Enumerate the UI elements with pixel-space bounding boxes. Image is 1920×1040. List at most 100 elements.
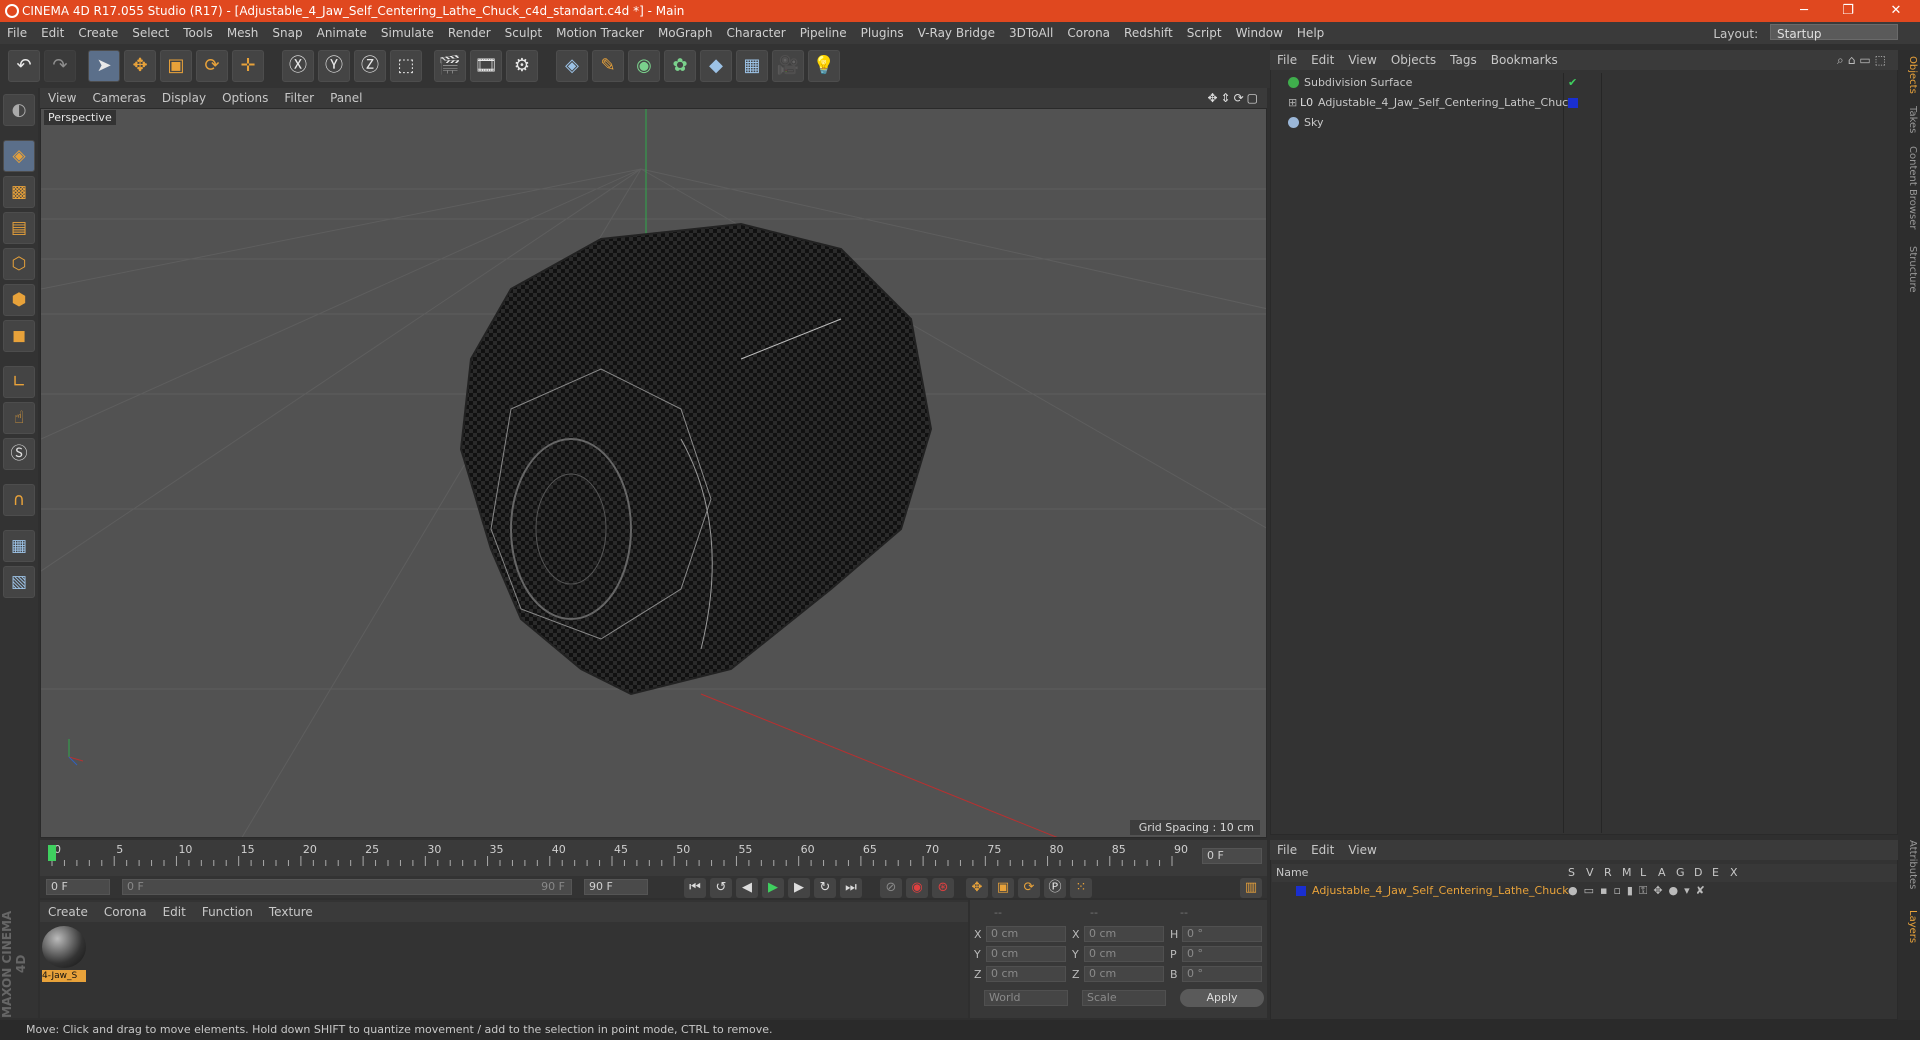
record-keys-icon[interactable]: ◉ — [906, 878, 928, 898]
key-position-icon[interactable]: ✥ — [966, 878, 988, 898]
cube-object-icon[interactable]: ◈ — [556, 50, 588, 82]
rotate-tool-icon[interactable]: ⟳ — [196, 50, 228, 82]
go-to-end-icon[interactable]: ⏭ — [840, 878, 862, 898]
key-rotation-icon[interactable]: ⟳ — [1018, 878, 1040, 898]
frame-range-slider[interactable]: 0 F 90 F — [122, 879, 572, 895]
object-menu-bookmarks[interactable]: Bookmarks — [1484, 50, 1565, 70]
menu-window[interactable]: Window — [1229, 22, 1290, 44]
move-tool-icon[interactable]: ✥ — [124, 50, 156, 82]
menu-3dtoall[interactable]: 3DToAll — [1002, 22, 1060, 44]
previous-key-icon[interactable]: ↺ — [710, 878, 732, 898]
position-z-field[interactable]: 0 cm — [986, 966, 1066, 982]
object-menu-edit[interactable]: Edit — [1304, 50, 1341, 70]
go-to-start-icon[interactable]: ⏮ — [684, 878, 706, 898]
coordinate-system-icon[interactable]: ⬚ — [390, 50, 422, 82]
model-mode-icon[interactable]: ◈ — [3, 140, 35, 172]
previous-frame-icon[interactable]: ◀ — [736, 878, 758, 898]
position-y-field[interactable]: 0 cm — [986, 946, 1066, 962]
layer-row[interactable]: Adjustable_4_Jaw_Self_Centering_Lathe_Ch… — [1272, 882, 1897, 900]
coordinate-space-dropdown[interactable]: World — [984, 990, 1068, 1006]
object-row[interactable]: Subdivision Surface ✔ — [1272, 74, 1897, 92]
menu-simulate[interactable]: Simulate — [374, 22, 441, 44]
workplane-mode-icon[interactable]: ▤ — [3, 212, 35, 244]
menu-redshift[interactable]: Redshift — [1117, 22, 1180, 44]
motion-record-icon[interactable]: ⊘ — [880, 878, 902, 898]
floor-icon[interactable]: ▦ — [736, 50, 768, 82]
layer-flags-icon[interactable]: ●▭▪▫▮⚿✥●▾✘ — [1568, 882, 1711, 900]
tab-takes[interactable]: Takes — [1900, 106, 1918, 133]
material-menu-texture[interactable]: Texture — [261, 902, 321, 922]
start-frame-field[interactable]: 0 F — [46, 879, 110, 895]
viewport-menu-display[interactable]: Display — [154, 88, 214, 108]
layer-menu-file[interactable]: File — [1270, 840, 1304, 860]
viewport-menu-filter[interactable]: Filter — [276, 88, 322, 108]
polygon-mode-icon[interactable]: ◼ — [3, 320, 35, 352]
z-axis-lock-icon[interactable]: Ⓩ — [354, 50, 386, 82]
make-editable-icon[interactable]: ◐ — [3, 94, 35, 126]
material-swatch[interactable]: 4-Jaw_S — [42, 926, 86, 982]
tab-content-browser[interactable]: Content Browser — [1900, 146, 1918, 229]
material-menu-function[interactable]: Function — [194, 902, 261, 922]
viewport-menu-panel[interactable]: Panel — [322, 88, 370, 108]
layer-menu-edit[interactable]: Edit — [1304, 840, 1341, 860]
menu-select[interactable]: Select — [125, 22, 176, 44]
material-menu-edit[interactable]: Edit — [155, 902, 194, 922]
render-picture-viewer-icon[interactable]: 🎞 — [470, 50, 502, 82]
menu-pipeline[interactable]: Pipeline — [793, 22, 854, 44]
menu-snap[interactable]: Snap — [265, 22, 309, 44]
viewport-menu-cameras[interactable]: Cameras — [84, 88, 153, 108]
close-button[interactable]: ✕ — [1876, 0, 1916, 22]
layer-color-swatch[interactable] — [1568, 98, 1578, 108]
axis-mode-icon[interactable]: ∟ — [3, 366, 35, 398]
menu-create[interactable]: Create — [71, 22, 125, 44]
y-axis-lock-icon[interactable]: Ⓨ — [318, 50, 350, 82]
autokey-icon[interactable]: ⊛ — [932, 878, 954, 898]
menu-animate[interactable]: Animate — [310, 22, 374, 44]
subdivision-surface-icon[interactable]: ◉ — [628, 50, 660, 82]
menu-edit[interactable]: Edit — [34, 22, 71, 44]
menu-render[interactable]: Render — [441, 22, 498, 44]
menu-tools[interactable]: Tools — [176, 22, 220, 44]
key-parameter-icon[interactable]: Ⓟ — [1044, 878, 1066, 898]
expand-icon[interactable]: ⊞ — [1288, 94, 1297, 112]
size-y-field[interactable]: 0 cm — [1084, 946, 1164, 962]
rotation-h-field[interactable]: 0 ° — [1182, 926, 1262, 942]
rotation-p-field[interactable]: 0 ° — [1182, 946, 1262, 962]
menu-sculpt[interactable]: Sculpt — [498, 22, 549, 44]
point-mode-icon[interactable]: ⬡ — [3, 248, 35, 280]
select-cursor-icon[interactable]: ➤ — [88, 50, 120, 82]
redo-icon[interactable]: ↷ — [44, 50, 76, 82]
menu-file[interactable]: File — [0, 22, 34, 44]
object-search-icon[interactable]: ⌕⌂▭⬚ — [1837, 50, 1890, 70]
magnet-icon[interactable]: ∩ — [3, 484, 35, 516]
layout-dropdown[interactable]: Startup — [1770, 24, 1898, 41]
viewport-navigation-icon[interactable]: ✥⇕⟳▢ — [1207, 88, 1261, 108]
menu-motion-tracker[interactable]: Motion Tracker — [549, 22, 651, 44]
rotation-b-field[interactable]: 0 ° — [1182, 966, 1262, 982]
size-mode-dropdown[interactable]: Scale — [1082, 990, 1166, 1006]
scale-tool-icon[interactable]: ▣ — [160, 50, 192, 82]
position-x-field[interactable]: 0 cm — [986, 926, 1066, 942]
menu-corona[interactable]: Corona — [1060, 22, 1117, 44]
end-frame-field[interactable]: 90 F — [584, 879, 648, 895]
next-key-icon[interactable]: ↻ — [814, 878, 836, 898]
menu-mograph[interactable]: MoGraph — [651, 22, 720, 44]
menu-plugins[interactable]: Plugins — [854, 22, 911, 44]
size-z-field[interactable]: 0 cm — [1084, 966, 1164, 982]
render-settings-icon[interactable]: ⚙ — [506, 50, 538, 82]
menu-script[interactable]: Script — [1180, 22, 1229, 44]
object-menu-objects[interactable]: Objects — [1384, 50, 1443, 70]
object-row[interactable]: Sky — [1272, 114, 1897, 132]
material-menu-corona[interactable]: Corona — [96, 902, 155, 922]
timeline-window-icon[interactable]: ▥ — [1240, 878, 1262, 898]
menu-mesh[interactable]: Mesh — [220, 22, 266, 44]
tweak-mode-icon[interactable]: ☝ — [3, 402, 35, 434]
live-selection-icon[interactable]: ✛ — [232, 50, 264, 82]
current-frame-field[interactable]: 0 F — [1202, 848, 1262, 864]
object-menu-tags[interactable]: Tags — [1443, 50, 1484, 70]
viewport-menu-options[interactable]: Options — [214, 88, 276, 108]
key-point-level-icon[interactable]: ⁙ — [1070, 878, 1092, 898]
render-view-icon[interactable]: 🎬 — [434, 50, 466, 82]
workplane-lock-icon[interactable]: ▦ — [3, 530, 35, 562]
tab-structure[interactable]: Structure — [1900, 246, 1918, 293]
